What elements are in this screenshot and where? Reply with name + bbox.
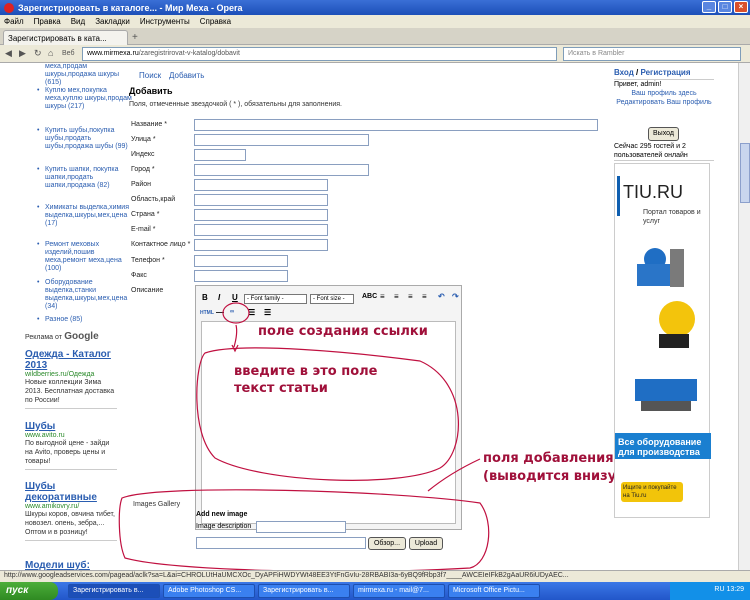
page-content: меха,продам шкуры,продажа шкуры (615) • … bbox=[0, 63, 738, 570]
menu-tools[interactable]: Инструменты bbox=[140, 17, 190, 26]
vertical-scrollbar[interactable] bbox=[738, 63, 750, 570]
taskbar: пуск Зарегистрировать в... Adobe Photosh… bbox=[0, 582, 750, 600]
tab-label: Зарегистрировать в ката... bbox=[8, 34, 107, 43]
close-button[interactable]: × bbox=[734, 1, 748, 13]
tab-bar: Зарегистрировать в ката... + bbox=[0, 28, 750, 45]
greeting: Привет, admin! bbox=[614, 79, 714, 89]
menu-help[interactable]: Справка bbox=[200, 17, 231, 26]
user-panel: Вход / Регистрация Привет, admin! Ваш пр… bbox=[614, 68, 714, 107]
taskbar-item[interactable]: Microsoft Office Pictu... bbox=[448, 584, 540, 598]
taskbar-item[interactable]: mirmexa.ru - mail@7... bbox=[353, 584, 445, 598]
edit-profile-link[interactable]: Редактировать Ваш профиль bbox=[614, 98, 714, 107]
scrollbar-thumb[interactable] bbox=[740, 143, 750, 203]
navigation-bar: ◀ ▶ ↻ ⌂ Веб www.mirmexa.ru/zaregistrirov… bbox=[0, 45, 750, 63]
maximize-button[interactable]: □ bbox=[718, 1, 732, 13]
tiu-cta: Ищите и покупайте на Tiu.ru bbox=[623, 485, 677, 499]
tiu-tagline: Портал товаров и услуг bbox=[643, 209, 701, 225]
start-button[interactable]: пуск bbox=[0, 582, 58, 600]
address-path: /zaregistrirovat-v-katalog/dobavit bbox=[138, 50, 240, 57]
forward-icon[interactable]: ▶ bbox=[19, 48, 26, 59]
home-icon[interactable]: ⌂ bbox=[48, 48, 53, 58]
online-count: Сейчас 295 гостей и 2 пользователей онла… bbox=[614, 142, 714, 161]
minimize-button[interactable]: _ bbox=[702, 1, 716, 13]
address-field[interactable]: www.mirmexa.ru/zaregistrirovat-v-katalog… bbox=[82, 47, 557, 61]
tiu-banner-text: Все оборудование для производства bbox=[618, 437, 702, 457]
menu-file[interactable]: Файл bbox=[4, 17, 24, 26]
tiu-brand: TIU.RU bbox=[623, 182, 683, 202]
menu-bookmarks[interactable]: Закладки bbox=[95, 17, 130, 26]
window-titlebar: Зарегистрировать в каталоге... - Мир Мех… bbox=[0, 0, 750, 15]
browse-button[interactable]: Обзор... bbox=[368, 537, 406, 550]
annotation-link-field: поле создания ссылки bbox=[258, 324, 428, 339]
link-circle-annotation bbox=[222, 302, 250, 324]
image-description-input[interactable] bbox=[256, 521, 346, 533]
tiu-ad-banner[interactable]: TIU.RU Портал товаров и услуг Все оборуд… bbox=[614, 163, 711, 518]
add-new-image-label: Add new image bbox=[196, 511, 248, 518]
status-bar: http://www.googleadservices.com/pagead/a… bbox=[0, 570, 750, 582]
file-path-input[interactable] bbox=[196, 537, 366, 549]
taskbar-item[interactable]: Зарегистрировать в... bbox=[68, 584, 160, 598]
register-link[interactable]: Регистрация bbox=[640, 68, 690, 77]
menu-bar: Файл Правка Вид Закладки Инструменты Спр… bbox=[0, 15, 750, 28]
upload-button[interactable]: Upload bbox=[409, 537, 443, 550]
login-link[interactable]: Вход bbox=[614, 68, 634, 77]
annotation-text-field: введите в это поле текст статьи bbox=[234, 364, 378, 396]
start-label: пуск bbox=[6, 585, 29, 596]
menu-view[interactable]: Вид bbox=[71, 17, 85, 26]
taskbar-item[interactable]: Зарегистрировать в... bbox=[258, 584, 350, 598]
logout-button[interactable]: Выход bbox=[648, 127, 679, 141]
search-input[interactable]: Искать в Rambler bbox=[563, 47, 741, 61]
link-arrow-annotation bbox=[233, 324, 238, 348]
profile-link[interactable]: Ваш профиль здесь bbox=[614, 89, 714, 98]
opera-icon bbox=[4, 2, 14, 13]
gallery-arrow-annotation bbox=[427, 458, 481, 492]
language-indicator[interactable]: RU bbox=[714, 586, 724, 593]
system-tray: RU 13:29 bbox=[670, 582, 750, 600]
taskbar-item[interactable]: Adobe Photoshop CS... bbox=[163, 584, 255, 598]
window-title: Зарегистрировать в каталоге... - Мир Мех… bbox=[18, 2, 243, 13]
web-label: Веб bbox=[62, 50, 75, 57]
tab-active[interactable]: Зарегистрировать в ката... bbox=[3, 30, 128, 45]
menu-edit[interactable]: Правка bbox=[34, 17, 61, 26]
address-host: www.mirmexa.ru bbox=[87, 50, 139, 57]
back-icon[interactable]: ◀ bbox=[5, 48, 12, 59]
clock: 13:29 bbox=[726, 586, 744, 593]
status-url: http://www.googleadservices.com/pagead/a… bbox=[4, 572, 569, 579]
gallery-title: Images Gallery bbox=[133, 501, 181, 508]
image-description-label: Image description bbox=[196, 523, 252, 530]
reload-icon[interactable]: ↻ bbox=[34, 48, 42, 59]
new-tab-icon[interactable]: + bbox=[132, 32, 138, 43]
